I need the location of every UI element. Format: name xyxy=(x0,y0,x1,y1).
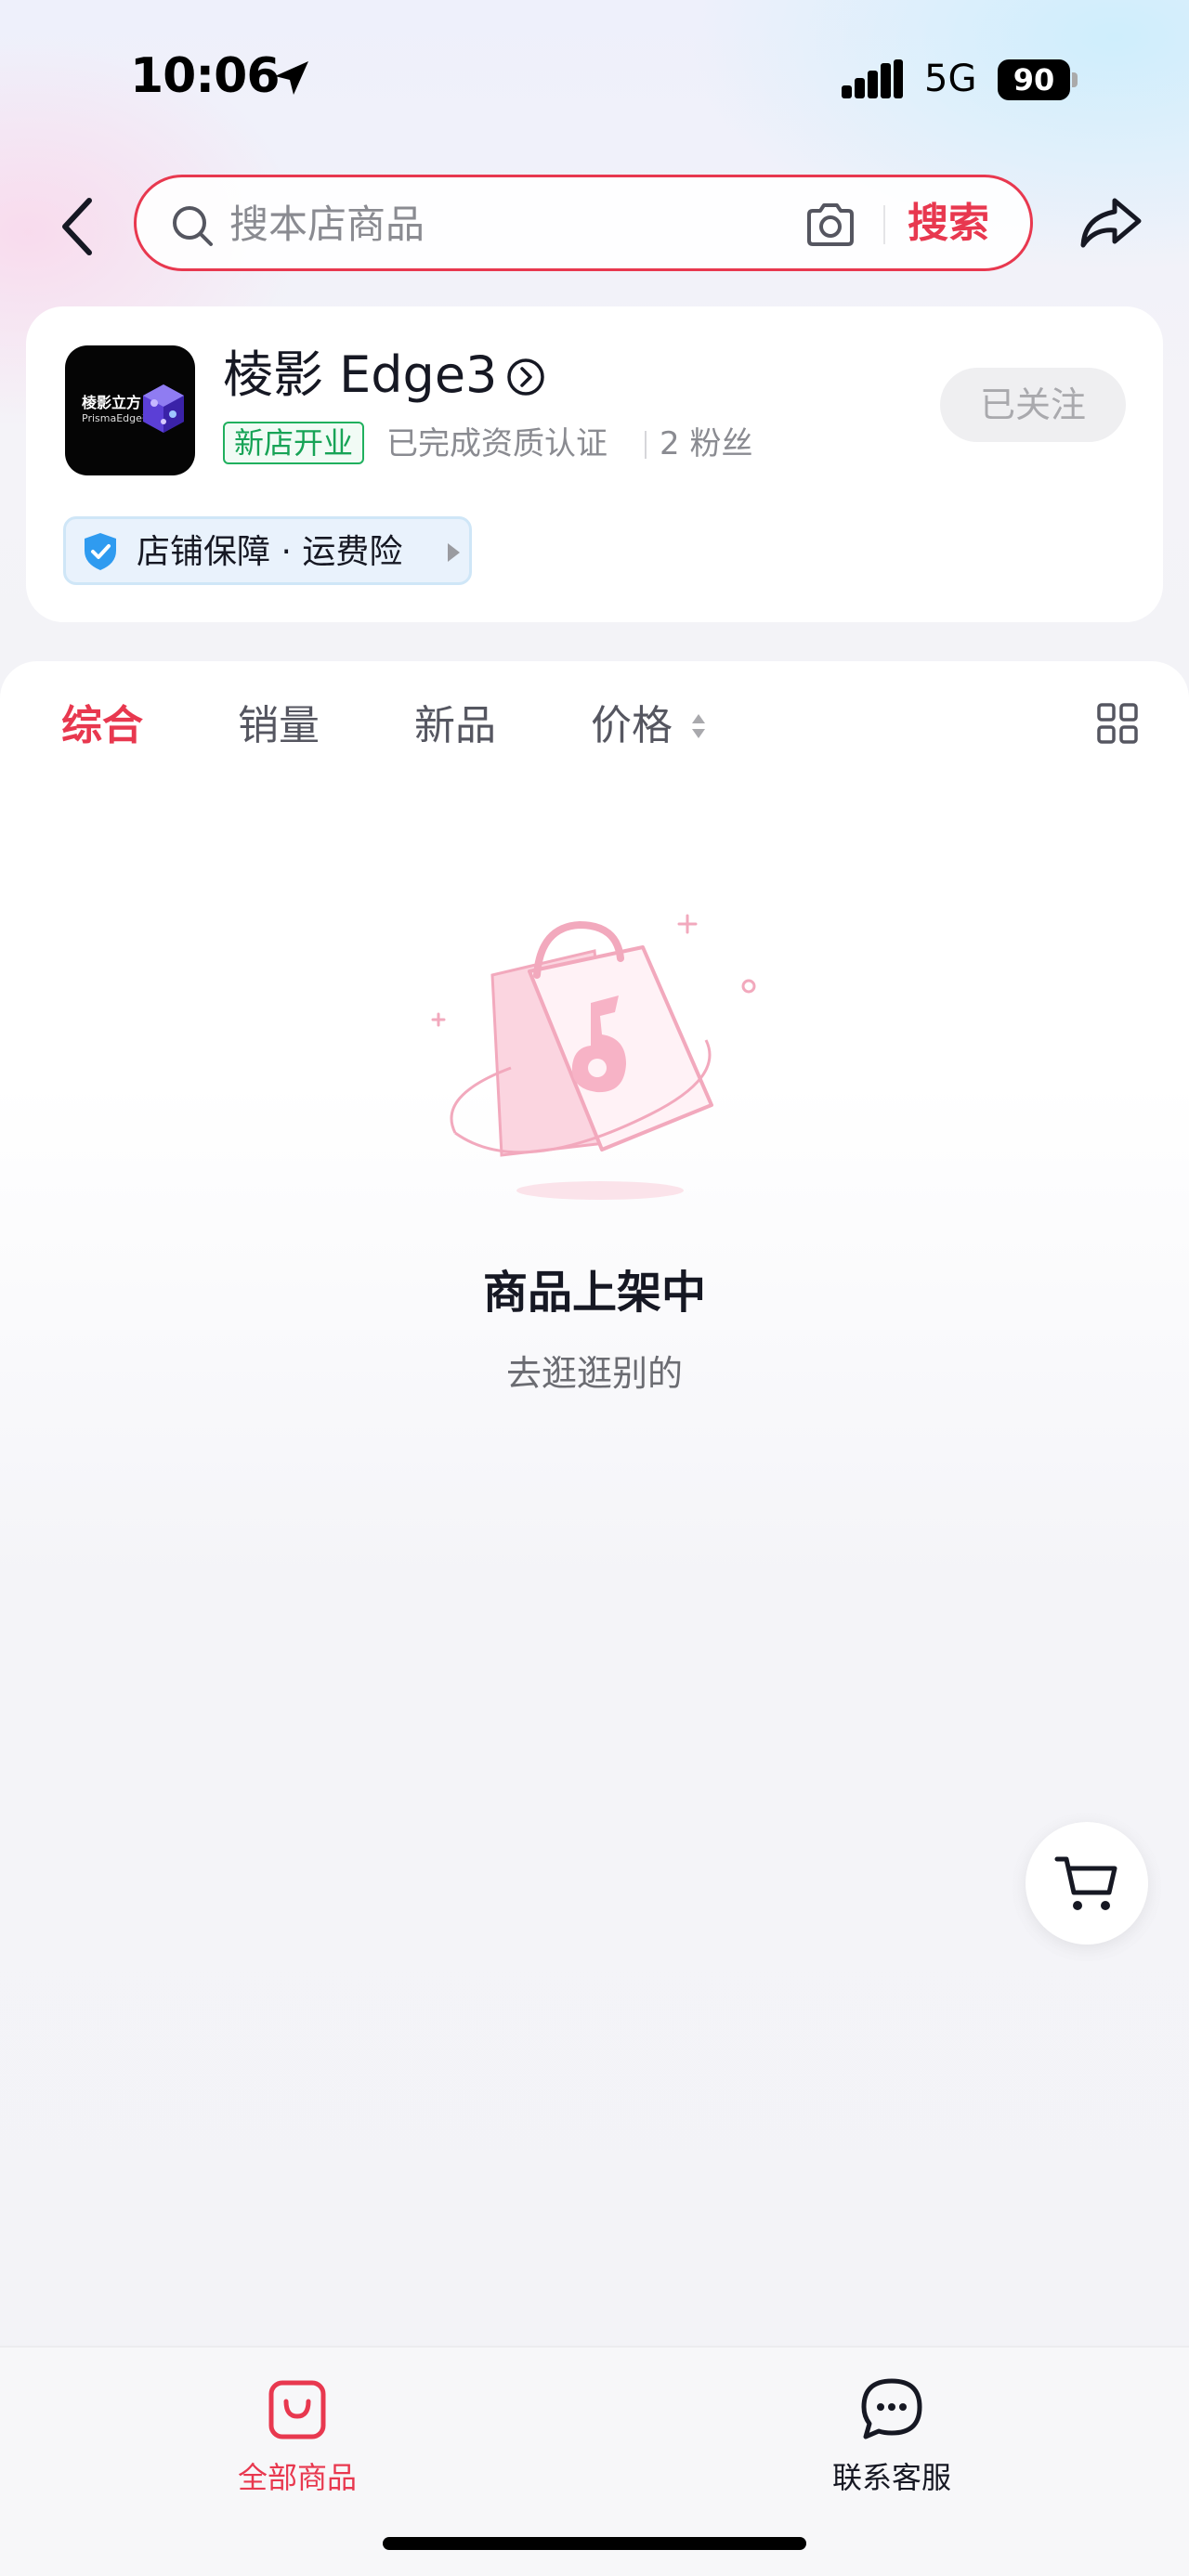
nav-customer-service-label: 联系客服 xyxy=(831,2460,951,2495)
home-indicator[interactable] xyxy=(383,2537,806,2550)
guarantee-label: 店铺保障 · 运费险 xyxy=(137,533,403,571)
tab-new[interactable]: 新品 xyxy=(414,698,496,754)
share-button[interactable] xyxy=(1078,193,1144,253)
empty-shopping-bag-illustration xyxy=(431,914,756,1200)
tab-price[interactable]: 价格 xyxy=(591,698,673,754)
tab-sales[interactable]: 销量 xyxy=(238,698,320,754)
meta-divider xyxy=(645,431,647,459)
chat-bubble-icon xyxy=(861,2378,922,2439)
nav-all-products-label: 全部商品 xyxy=(237,2460,357,2495)
shop-guarantee-tag[interactable]: 店铺保障 · 运费险 xyxy=(63,516,472,585)
chevron-right-circle-icon[interactable] xyxy=(505,357,546,397)
shield-check-icon xyxy=(85,533,116,570)
battery-indicator: 90 xyxy=(998,59,1078,100)
network-type: 5G xyxy=(924,58,977,100)
search-button[interactable]: 搜索 xyxy=(908,198,989,250)
shop-info-card: 棱影立方 PrismaEdge³ 棱影 Edge3 新店开业 已完成资质认证 2… xyxy=(26,306,1163,622)
caret-right-icon xyxy=(448,543,460,562)
shopping-cart-icon xyxy=(1054,1856,1117,1910)
search-bar[interactable]: 搜本店商品 搜索 xyxy=(134,175,1033,271)
follow-button[interactable]: 已关注 xyxy=(940,368,1126,442)
search-divider xyxy=(883,205,885,244)
shop-logo[interactable]: 棱影立方 PrismaEdge³ xyxy=(65,345,195,475)
product-panel: 综合 销量 新品 价格 商品上架中 去逛逛别的 xyxy=(0,661,1189,2346)
location-arrow-icon xyxy=(275,61,308,95)
logo-chinese-text: 棱影立方 xyxy=(82,394,142,411)
cube-logo-icon xyxy=(143,384,184,433)
battery-tip xyxy=(1072,72,1078,87)
sort-arrows-icon[interactable] xyxy=(689,711,708,741)
status-bar: 10:06 5G 90 xyxy=(0,0,1189,158)
status-time: 10:06 xyxy=(130,48,281,104)
tab-comprehensive[interactable]: 综合 xyxy=(61,698,143,754)
back-button[interactable] xyxy=(52,193,104,260)
verification-status: 已完成资质认证 xyxy=(386,425,608,462)
cart-button[interactable] xyxy=(1026,1822,1148,1945)
fan-count: 2 粉丝 xyxy=(660,425,753,462)
battery-level: 90 xyxy=(998,59,1070,100)
cellular-signal-icon xyxy=(842,59,903,98)
nav-all-products[interactable]: 全部商品 xyxy=(186,2375,409,2505)
nav-customer-service[interactable]: 联系客服 xyxy=(780,2375,1003,2505)
empty-state-subtitle[interactable]: 去逛逛别的 xyxy=(0,1345,1189,1396)
shopping-bag-icon xyxy=(268,2380,326,2439)
logo-english-text: PrismaEdge³ xyxy=(82,412,147,424)
new-shop-badge: 新店开业 xyxy=(223,422,365,464)
grid-view-icon[interactable] xyxy=(1096,702,1139,745)
shop-name[interactable]: 棱影 Edge3 xyxy=(223,344,497,407)
empty-state-title: 商品上架中 xyxy=(482,1267,706,1319)
camera-icon[interactable] xyxy=(804,200,857,250)
search-icon xyxy=(173,206,213,246)
search-input[interactable]: 搜本店商品 xyxy=(229,200,425,250)
